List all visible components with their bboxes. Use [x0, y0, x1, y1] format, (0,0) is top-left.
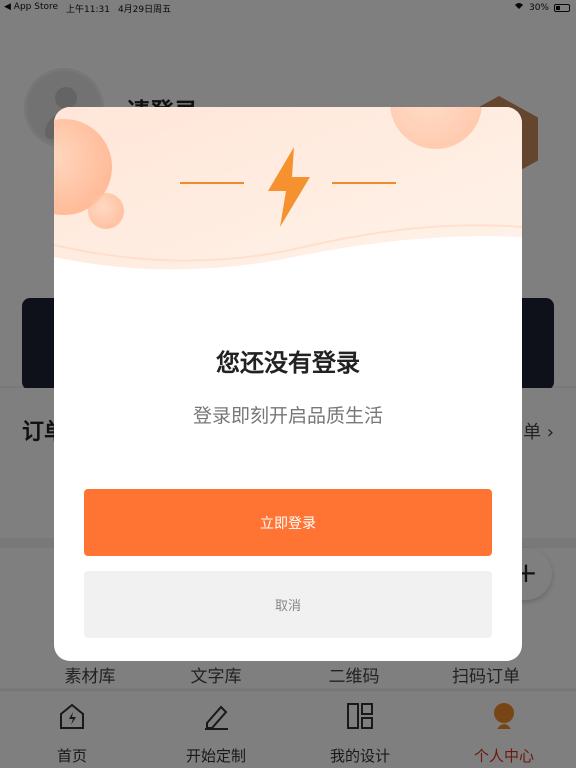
- login-required-dialog: 您还没有登录 登录即刻开启品质生活 立即登录 取消: [54, 107, 522, 661]
- dialog-title: 您还没有登录: [216, 349, 360, 377]
- lightning-icon: [264, 147, 312, 227]
- cancel-button[interactable]: 取消: [84, 571, 492, 638]
- dialog-subtitle: 登录即刻开启品质生活: [192, 405, 383, 427]
- login-now-button[interactable]: 立即登录: [84, 489, 492, 556]
